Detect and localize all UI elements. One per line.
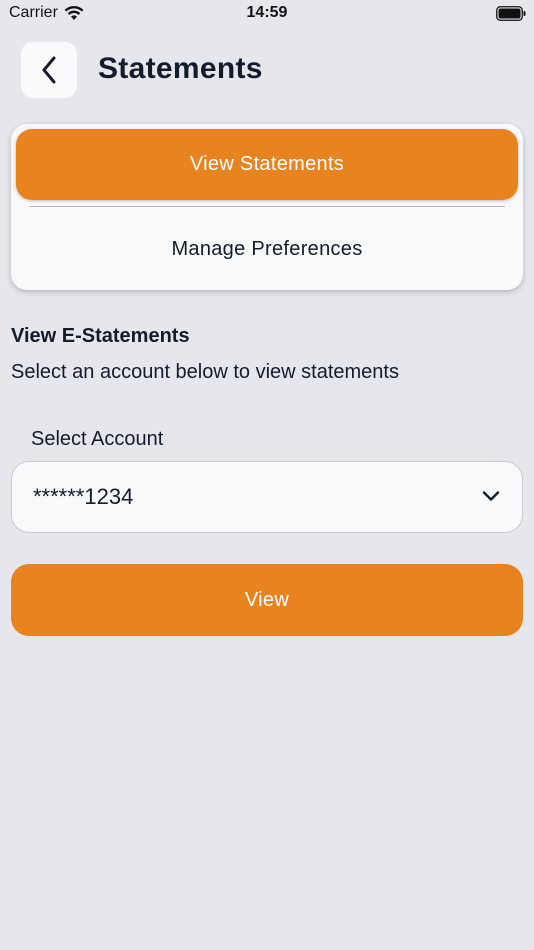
- chevron-left-icon: [42, 56, 56, 84]
- tab-view-statements[interactable]: View Statements: [16, 129, 518, 200]
- account-select[interactable]: ******1234: [11, 461, 523, 533]
- back-button[interactable]: [21, 42, 77, 98]
- account-select-value: ******1234: [33, 484, 134, 509]
- view-button[interactable]: View: [11, 564, 523, 636]
- statement-tabs: View Statements Manage Preferences: [11, 124, 523, 290]
- statements-screen: Carrier 14:59 Statements View Statements…: [0, 0, 534, 950]
- status-time: 14:59: [246, 4, 288, 21]
- tab-manage-preferences[interactable]: Manage Preferences: [16, 214, 518, 284]
- chevron-down-icon: [482, 491, 500, 501]
- section-title: View E-Statements: [11, 325, 190, 347]
- page-title: Statements: [98, 52, 263, 85]
- select-account-label: Select Account: [31, 428, 164, 450]
- battery-icon: [496, 6, 526, 21]
- status-bar: Carrier 14:59: [0, 0, 534, 28]
- section-subtitle: Select an account below to view statemen…: [11, 361, 399, 383]
- tab-divider: [29, 206, 505, 207]
